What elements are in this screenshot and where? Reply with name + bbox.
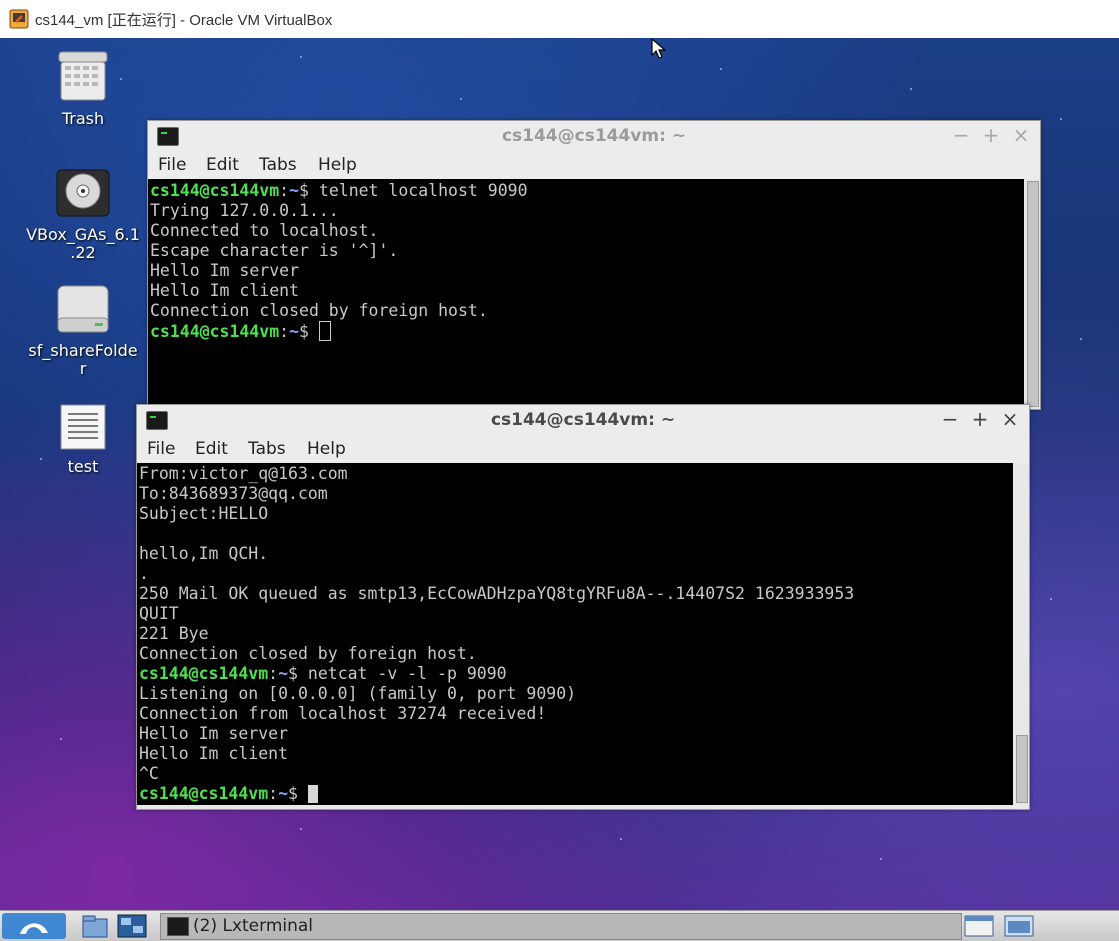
terminal-line: cs144@cs144vm:~$	[139, 784, 318, 804]
desktop-icon-shared-folder[interactable]: sf_shareFolde r	[18, 284, 148, 378]
menu-tabs[interactable]: Tabs	[259, 155, 297, 175]
terminal-line: Hello Im client	[139, 744, 289, 763]
terminal-line: Subject:HELLO	[139, 504, 269, 523]
terminal-line: 250 Mail OK queued as smtp13,EcCowADHzpa…	[139, 584, 855, 603]
terminal-line: cs144@cs144vm:~$ netcat -v -l -p 9090	[139, 664, 507, 683]
terminal-line: Hello Im client	[150, 281, 300, 300]
terminal-titlebar[interactable]: cs144@cs144vm: ~ − + ×	[148, 121, 1040, 151]
menu-file[interactable]: File	[158, 155, 186, 175]
mouse-pointer-icon	[651, 38, 667, 59]
terminal-line: QUIT	[139, 604, 179, 623]
terminal-line: To:843689373@qq.com	[139, 484, 328, 503]
terminal-line: .	[139, 564, 149, 583]
start-menu-icon[interactable]	[2, 913, 66, 939]
cursor-block	[307, 785, 318, 803]
text-file-icon	[60, 404, 106, 450]
scrollbar-thumb[interactable]	[1016, 735, 1028, 803]
menu-edit[interactable]: Edit	[206, 155, 239, 175]
terminal-menubar: File Edit Tabs Help	[137, 435, 1029, 463]
menu-help[interactable]: Help	[307, 439, 346, 459]
terminal-title: cs144@cs144vm: ~	[501, 126, 687, 146]
taskbar-task-lxterminal[interactable]: (2) Lxterminal	[160, 913, 962, 940]
cursor-outline	[318, 321, 331, 341]
cd-rom-icon	[56, 169, 110, 217]
desktop-icon-label: VBox_GAs_6.1 .22	[26, 225, 140, 262]
terminal-line: ^C	[139, 764, 159, 783]
terminal-line: Connected to localhost.	[150, 221, 379, 240]
terminal-line: 221 Bye	[139, 624, 209, 643]
maximize-button[interactable]: +	[969, 407, 991, 431]
menu-help[interactable]: Help	[318, 155, 357, 175]
terminal-line: Listening on [0.0.0.0] (family 0, port 9…	[139, 684, 577, 703]
show-desktop-icon[interactable]	[962, 913, 996, 939]
close-button[interactable]: ×	[1010, 123, 1032, 147]
terminal-line: Escape character is '^]'.	[150, 241, 399, 260]
terminal-icon	[167, 917, 189, 936]
scrollbar-thumb[interactable]	[1027, 181, 1039, 407]
terminal-title: cs144@cs144vm: ~	[490, 410, 676, 430]
desktop-icon-trash[interactable]: Trash	[18, 50, 148, 128]
drive-icon	[57, 285, 109, 333]
menu-file[interactable]: File	[147, 439, 175, 459]
desktop-icon-label: sf_shareFolde r	[28, 341, 138, 378]
vbox-titlebar: cs144_vm [正在运行] - Oracle VM VirtualBox	[0, 0, 1119, 39]
virtualbox-icon	[9, 9, 29, 29]
maximize-button[interactable]: +	[980, 123, 1002, 147]
desktop-icon-test[interactable]: test	[18, 404, 148, 476]
window-title: cs144_vm [正在运行] - Oracle VM VirtualBox	[35, 12, 333, 29]
close-button[interactable]: ×	[999, 407, 1021, 431]
terminal-window-front[interactable]: cs144@cs144vm: ~ − + × File Edit Tabs He…	[136, 404, 1030, 810]
trash-icon	[58, 51, 108, 101]
terminal-line: cs144@cs144vm:~$ telnet localhost 9090	[150, 181, 528, 200]
terminal-line: Hello Im server	[139, 724, 289, 743]
taskbar: (2) Lxterminal	[0, 910, 1119, 941]
file-manager-icon[interactable]	[80, 913, 112, 939]
minimize-button[interactable]: −	[950, 123, 972, 147]
terminal-launcher-icon[interactable]	[116, 913, 148, 939]
scrollbar[interactable]	[1024, 179, 1040, 409]
taskbar-task-label: (2) Lxterminal	[193, 916, 314, 936]
desktop-icon-label: test	[67, 457, 99, 476]
desktop-icon-vbox-gas[interactable]: VBox_GAs_6.1 .22	[18, 168, 148, 262]
terminal-line: Connection from localhost 37274 received…	[139, 704, 547, 723]
terminal-line: Connection closed by foreign host.	[139, 644, 477, 663]
terminal-line: cs144@cs144vm:~$	[150, 321, 331, 342]
terminal-titlebar[interactable]: cs144@cs144vm: ~ − + ×	[137, 405, 1029, 435]
menu-edit[interactable]: Edit	[195, 439, 228, 459]
terminal-window-back[interactable]: cs144@cs144vm: ~ − + × File Edit Tabs He…	[147, 120, 1041, 410]
terminal-line: hello,Im QCH.	[139, 544, 269, 563]
window-list-icon[interactable]	[1002, 913, 1036, 939]
terminal-line: Trying 127.0.0.1...	[150, 201, 339, 220]
terminal-screen[interactable]: cs144@cs144vm:~$ telnet localhost 9090 T…	[148, 179, 1024, 409]
terminal-line: From:victor_q@163.com	[139, 464, 348, 483]
desktop-icon-label: Trash	[61, 109, 105, 128]
minimize-button[interactable]: −	[939, 407, 961, 431]
terminal-line: Connection closed by foreign host.	[150, 301, 488, 320]
terminal-line: Hello Im server	[150, 261, 300, 280]
menu-tabs[interactable]: Tabs	[248, 439, 286, 459]
scrollbar[interactable]	[1013, 463, 1029, 805]
terminal-screen[interactable]: From:victor_q@163.com To:843689373@qq.co…	[137, 463, 1013, 805]
terminal-menubar: File Edit Tabs Help	[148, 151, 1040, 179]
